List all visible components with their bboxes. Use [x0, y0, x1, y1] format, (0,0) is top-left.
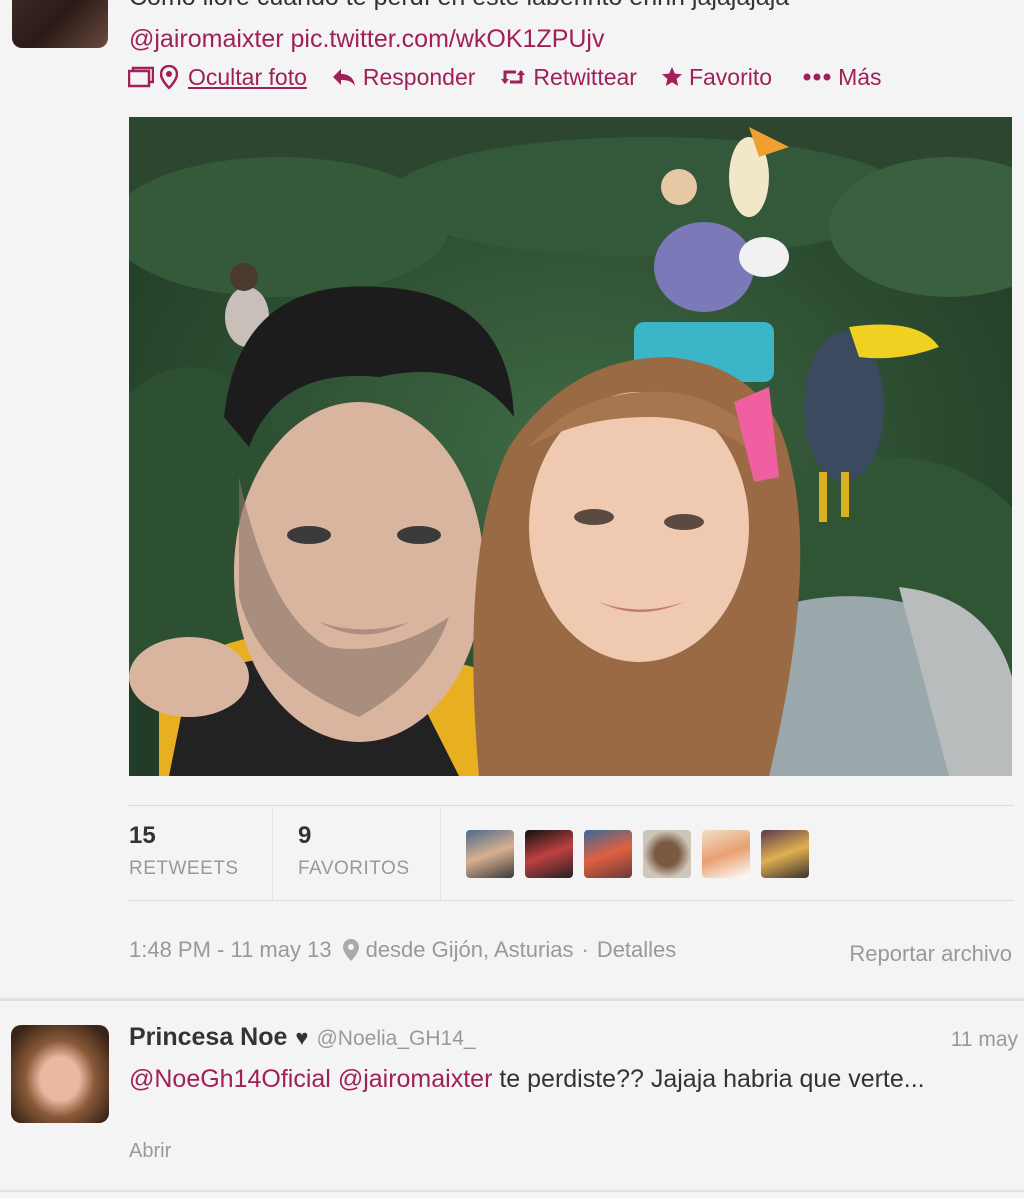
favorite-action[interactable]: Favorito	[661, 64, 772, 91]
retweet-action[interactable]: Retwittear	[499, 64, 637, 91]
reply-text-body: te perdiste?? Jajaja habria que verte...	[492, 1065, 925, 1093]
reply-action[interactable]: Responder	[331, 63, 476, 91]
favorites-label: FAVORITOS	[298, 858, 410, 879]
tweet-meta: 1:48 PM - 11 may 13 desde Gijón, Asturia…	[129, 937, 676, 963]
favoriter-avatar[interactable]	[643, 830, 691, 878]
location-pin-icon	[160, 65, 178, 89]
hide-photo-action[interactable]: Ocultar foto	[128, 64, 307, 91]
details-link[interactable]: Detalles	[597, 937, 676, 963]
reply-date[interactable]: 11 may	[951, 1028, 1018, 1052]
retweet-icon	[501, 70, 526, 84]
report-link[interactable]: Reportar archivo	[849, 941, 1012, 967]
retweets-label: RETWEETS	[129, 858, 239, 879]
stats-top-divider	[128, 805, 1014, 806]
reply-header: Princesa Noe ♥ @Noelia_GH14_	[129, 1023, 476, 1052]
favorites-stat[interactable]: 9 FAVORITOS	[298, 822, 410, 880]
tweet-separator	[0, 998, 1024, 1001]
star-icon	[661, 67, 682, 86]
tweet-text: Como lloré cuando te perdí en este laber…	[129, 0, 1009, 14]
mention-link[interactable]: @jairomaixter	[129, 25, 284, 53]
reply-author-name[interactable]: Princesa Noe	[129, 1023, 287, 1052]
reply-arrow-icon	[332, 69, 355, 86]
reply-text: @NoeGh14Oficial @jairomaixter te perdist…	[129, 1062, 989, 1096]
stats-bottom-divider	[128, 900, 1014, 901]
hide-photo-label: Ocultar foto	[188, 63, 307, 90]
location-pin-icon	[342, 939, 359, 961]
bottom-separator	[0, 1190, 1024, 1192]
favoriter-avatar[interactable]	[761, 830, 809, 878]
meta-separator: ·	[581, 937, 589, 962]
reply-label: Responder	[362, 63, 476, 90]
tweet-text-body: Como lloré cuando te perdí en este laber…	[129, 0, 789, 11]
retweets-count: 15	[129, 822, 156, 849]
pic-link[interactable]: pic.twitter.com/wkOK1ZPUjv	[291, 25, 605, 53]
favorite-label: Favorito	[688, 63, 773, 90]
tweet-actions: Ocultar foto Responder Retwittear Favori…	[128, 62, 906, 92]
reply-mention-1[interactable]: @NoeGh14Oficial	[129, 1065, 331, 1093]
favoriter-avatar[interactable]	[702, 830, 750, 878]
tweet-timestamp[interactable]: 1:48 PM - 11 may 13	[129, 937, 332, 963]
retweets-stat[interactable]: 15 RETWEETS	[129, 822, 239, 880]
more-dots-icon	[803, 73, 831, 81]
tweet-location[interactable]: desde Gijón, Asturias	[366, 937, 574, 963]
stats-divider-2	[440, 808, 441, 900]
stats-divider-1	[272, 808, 273, 900]
reply-author-handle[interactable]: @Noelia_GH14_	[316, 1027, 475, 1051]
more-label: Más	[838, 63, 882, 90]
heart-icon: ♥	[295, 1025, 309, 1050]
favorites-count: 9	[298, 822, 312, 849]
photo-icon	[128, 66, 154, 88]
retweet-label: Retwittear	[533, 63, 637, 90]
favoriter-avatar[interactable]	[466, 830, 514, 878]
reply-avatar[interactable]	[11, 1025, 109, 1123]
favoriter-avatar[interactable]	[584, 830, 632, 878]
tweet-links: @jairomaixter pic.twitter.com/wkOK1ZPUjv	[129, 22, 604, 56]
favoriter-avatar[interactable]	[525, 830, 573, 878]
photo-illustration	[129, 117, 1012, 776]
author-avatar[interactable]	[12, 0, 108, 48]
open-link[interactable]: Abrir	[129, 1140, 171, 1163]
tweet-photo[interactable]	[129, 117, 1012, 776]
more-action[interactable]: Más	[802, 63, 882, 91]
reply-mention-2[interactable]: @jairomaixter	[338, 1065, 493, 1093]
